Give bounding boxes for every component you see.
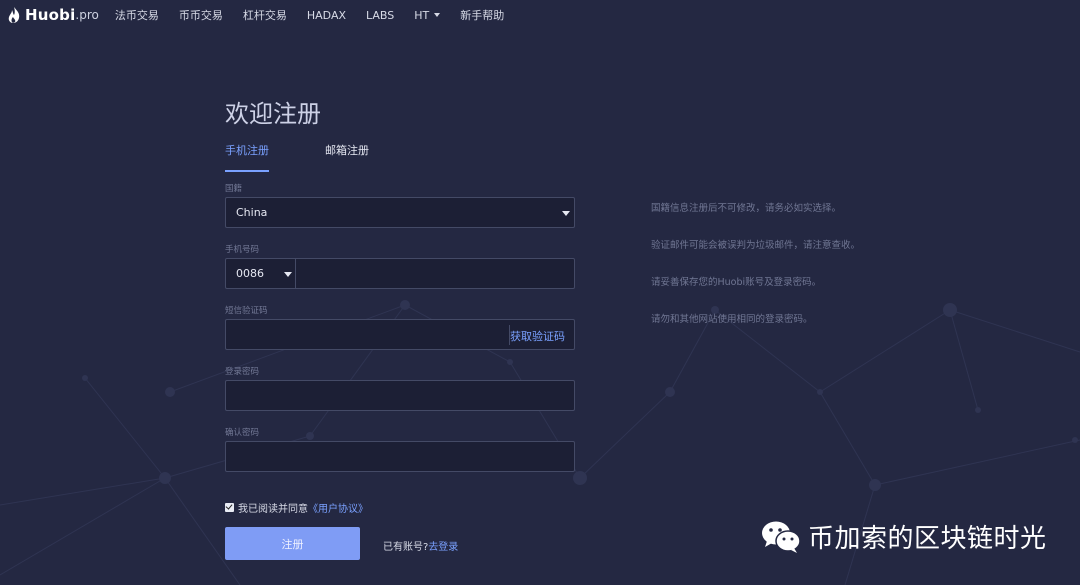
agreement-row: 我已阅读并同意 《用户协议》 xyxy=(225,500,368,515)
password-label: 登录密码 xyxy=(225,367,260,377)
chevron-down-icon xyxy=(562,211,570,216)
tips-panel: 国籍信息注册后不可修改，请务必如实选择。 验证邮件可能会被误判为垃圾邮件，请注意… xyxy=(651,200,860,348)
agree-checkbox[interactable] xyxy=(225,503,234,512)
chevron-down-icon xyxy=(434,13,441,17)
nav-item-crypto-trading[interactable]: 币币交易 xyxy=(179,7,223,23)
user-agreement-link[interactable]: 《用户协议》 xyxy=(308,500,368,515)
tip-text: 国籍信息注册后不可修改，请务必如实选择。 xyxy=(651,203,842,214)
register-tabs: 手机注册 邮箱注册 xyxy=(225,142,577,172)
nav-item-ht-dropdown[interactable]: HT xyxy=(414,8,441,22)
country-code-value: 0086 xyxy=(236,267,264,280)
confirm-password-input[interactable] xyxy=(234,448,568,468)
phone-label: 手机号码 xyxy=(225,245,260,255)
tip-text: 请妥善保存您的Huobi账号及登录密码。 xyxy=(651,277,822,288)
background-network xyxy=(0,300,1080,585)
main-nav: 法币交易 币币交易 杠杆交易 HADAX LABS HT 新手帮助 xyxy=(115,7,524,23)
logo-text: Huobi xyxy=(25,6,76,24)
tab-email-register[interactable]: 邮箱注册 xyxy=(325,142,369,164)
wechat-icon xyxy=(762,521,801,553)
register-form-header: 欢迎注册 手机注册 邮箱注册 xyxy=(225,96,577,172)
country-select[interactable]: China xyxy=(225,197,575,228)
phone-field: 0086 xyxy=(225,258,575,289)
nav-item-help[interactable]: 新手帮助 xyxy=(460,7,504,23)
country-code-select[interactable]: 0086 xyxy=(226,259,295,288)
divider xyxy=(295,259,296,288)
country-value: China xyxy=(236,206,268,219)
nav-item-labs[interactable]: LABS xyxy=(366,9,394,22)
sms-code-input[interactable] xyxy=(234,326,508,346)
chevron-down-icon xyxy=(284,272,292,277)
nav-item-fiat-trading[interactable]: 法币交易 xyxy=(115,7,159,23)
huobi-logo[interactable]: Huobi .pro xyxy=(6,6,99,24)
confirm-password-field xyxy=(225,441,575,472)
logo-suffix: .pro xyxy=(75,8,99,22)
tab-phone-register[interactable]: 手机注册 xyxy=(225,142,269,172)
tip-text: 请勿和其他网站使用相同的登录密码。 xyxy=(651,314,813,325)
nav-item-margin-trading[interactable]: 杠杆交易 xyxy=(243,7,287,23)
login-row: 已有账号?去登录 xyxy=(383,538,458,553)
get-code-button[interactable]: 获取验证码 xyxy=(510,328,565,344)
page-title: 欢迎注册 xyxy=(225,100,321,128)
tip-text: 验证邮件可能会被误判为垃圾邮件，请注意查收。 xyxy=(651,240,861,251)
phone-input[interactable] xyxy=(302,265,571,285)
nav-item-ht-label: HT xyxy=(414,8,430,22)
agree-text: 我已阅读并同意 xyxy=(238,504,308,515)
sms-code-label: 短信验证码 xyxy=(225,306,268,316)
flame-logo-icon xyxy=(8,7,20,23)
watermark-text: 币加索的区块链时光 xyxy=(808,524,1047,554)
password-input[interactable] xyxy=(234,387,568,407)
nav-item-hadax[interactable]: HADAX xyxy=(307,9,346,22)
register-button[interactable]: 注册 xyxy=(225,527,360,560)
confirm-password-label: 确认密码 xyxy=(225,428,260,438)
password-field xyxy=(225,380,575,411)
top-navigation: Huobi .pro 法币交易 币币交易 杠杆交易 HADAX LABS HT 新… xyxy=(0,0,1080,30)
country-label: 国籍 xyxy=(225,184,243,194)
login-prompt: 已有账号? xyxy=(383,542,429,553)
sms-code-field: 获取验证码 xyxy=(225,319,575,350)
login-link[interactable]: 去登录 xyxy=(428,542,458,553)
watermark: 币加索的区块链时光 xyxy=(760,518,1047,555)
